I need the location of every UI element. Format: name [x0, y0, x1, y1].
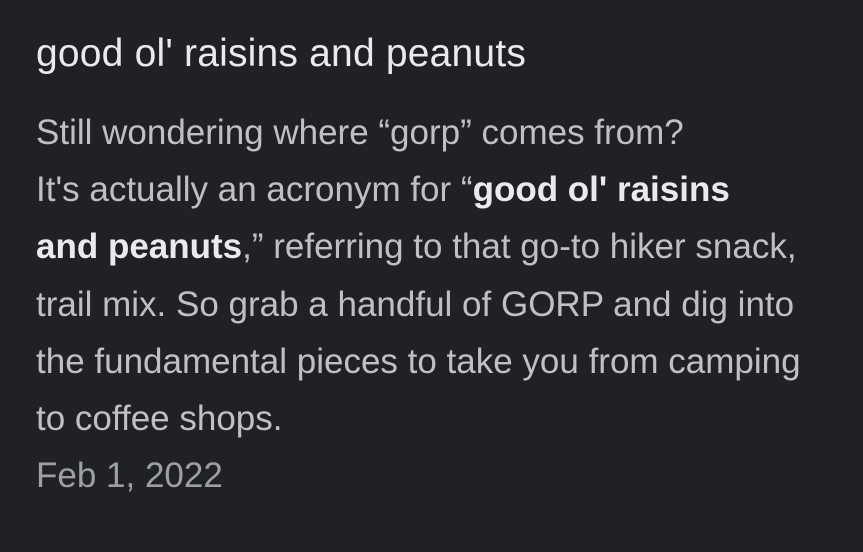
result-date: Feb 1, 2022: [36, 456, 223, 496]
featured-snippet-card: good ol' raisins and peanuts Still wonde…: [0, 0, 863, 552]
result-title[interactable]: good ol' raisins and peanuts: [36, 28, 833, 80]
snippet-text-2: It's actually an acronym for “: [36, 170, 473, 210]
snippet-text-1: Still wondering where “gorp” comes from?: [36, 113, 684, 152]
snippet-highlight-1: good ol' raisins: [472, 170, 730, 210]
result-snippet: Still wondering where “gorp” comes from?…: [36, 104, 833, 447]
snippet-highlight-2: and peanuts: [36, 227, 243, 267]
